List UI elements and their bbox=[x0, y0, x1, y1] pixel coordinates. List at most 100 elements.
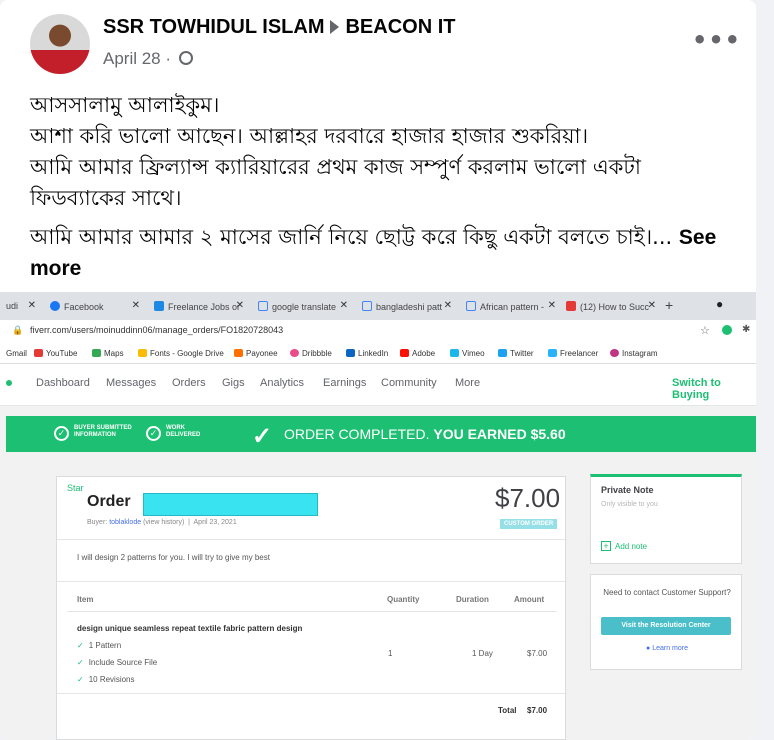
check-icon: ✓ bbox=[77, 658, 84, 667]
bookmark-item[interactable]: Instagram bbox=[610, 349, 658, 358]
buyer-link[interactable]: toblaklode bbox=[109, 519, 141, 526]
bookmark-item[interactable]: Adobe bbox=[400, 349, 435, 358]
google-icon bbox=[466, 301, 476, 311]
view-history-link[interactable]: (view history) bbox=[143, 519, 184, 526]
support-question: Need to contact Customer Support? bbox=[603, 588, 731, 597]
close-icon[interactable]: ✕ bbox=[340, 300, 348, 311]
nav-item-dashboard[interactable]: Dashboard bbox=[36, 377, 90, 389]
fiverr-nav: Dashboard Messages Orders Gigs Analytics… bbox=[0, 364, 756, 406]
post-line-text: আমি আমার আমার ২ মাসের জার্নি নিয়ে ছোট্ট… bbox=[30, 225, 673, 249]
bookmark-label: YouTube bbox=[46, 349, 78, 358]
close-icon[interactable]: ✕ bbox=[648, 300, 656, 311]
nav-item-community[interactable]: Community bbox=[381, 377, 437, 389]
twitter-icon bbox=[498, 349, 507, 357]
switch-to-buying-link[interactable]: Switch to Buying bbox=[672, 377, 756, 401]
linkedin-icon bbox=[346, 349, 355, 357]
browser-tab[interactable]: African pattern - ✕ bbox=[460, 296, 560, 318]
lock-icon: 🔒 bbox=[12, 325, 24, 335]
bookmark-label: Instagram bbox=[622, 349, 658, 358]
youtube-icon bbox=[34, 349, 43, 357]
star-icon[interactable]: ☆ bbox=[700, 324, 710, 337]
post-image-screenshot[interactable]: udi ✕ Facebook ✕ Freelance Jobs or ✕ google… bbox=[0, 292, 756, 740]
author-avatar[interactable] bbox=[30, 14, 90, 74]
check-circle-icon: ✓ bbox=[146, 426, 161, 441]
total-value: $7.00 bbox=[527, 706, 548, 715]
post-line: আশা করি ভালো আছেন। আল্লাহর দরবারে হাজার … bbox=[30, 124, 589, 148]
browser-tab[interactable]: google translate ✕ bbox=[252, 296, 352, 318]
bookmark-item[interactable]: YouTube bbox=[34, 349, 77, 358]
close-icon[interactable]: ✕ bbox=[548, 300, 556, 311]
nav-item-earnings[interactable]: Earnings bbox=[323, 377, 366, 389]
duration-value: 1 Day bbox=[472, 649, 493, 658]
banner-text: ORDER COMPLETED. YOU EARNED $5.60 bbox=[284, 426, 566, 442]
bookmark-item[interactable]: LinkedIn bbox=[346, 349, 388, 358]
total-label: Total bbox=[498, 706, 517, 715]
checkmark-icon: ✓ bbox=[252, 423, 273, 450]
bookmark-item[interactable]: Twitter bbox=[498, 349, 534, 358]
tab-label: udi bbox=[6, 301, 19, 311]
star-label[interactable]: Star bbox=[67, 483, 84, 493]
nav-item-analytics[interactable]: Analytics bbox=[260, 377, 304, 389]
post-text: আসসালামু আলাইকুম। আশা করি ভালো আছেন। আল্… bbox=[30, 90, 730, 284]
bookmark-label: Adobe bbox=[412, 349, 436, 358]
divider bbox=[67, 611, 557, 612]
support-panel: Need to contact Customer Support? Visit … bbox=[590, 574, 742, 670]
bookmark-label: Twitter bbox=[510, 349, 534, 358]
amount-value: $7.00 bbox=[527, 649, 548, 658]
browser-tab[interactable]: udi ✕ bbox=[0, 296, 40, 318]
bookmark-label: Fonts - Google Drive bbox=[150, 349, 224, 358]
bookmark-label: Dribbble bbox=[302, 349, 332, 358]
google-icon bbox=[258, 301, 268, 311]
post-header: SSR TOWHIDUL ISLAM BEACON IT bbox=[103, 16, 455, 39]
post-meta: April 28 · bbox=[103, 49, 193, 69]
tab-label: google translate bbox=[272, 302, 337, 312]
address-bar[interactable]: 🔒 fiverr.com/users/moinuddinn06/manage_o… bbox=[0, 320, 756, 344]
post-line: আসসালামু আলাইকুম। bbox=[30, 93, 220, 117]
feature-item: ✓ 1 Pattern bbox=[77, 641, 122, 650]
bookmark-item[interactable]: Dribbble bbox=[290, 349, 332, 358]
close-icon[interactable]: ✕ bbox=[444, 300, 452, 311]
google-icon bbox=[362, 301, 372, 311]
resolution-center-button[interactable]: Visit the Resolution Center bbox=[601, 617, 731, 635]
add-note-button[interactable]: + Add note bbox=[601, 541, 647, 551]
globe-icon bbox=[178, 51, 193, 65]
browser-tab-bar: udi ✕ Facebook ✕ Freelance Jobs or ✕ google… bbox=[0, 292, 756, 320]
payoneer-icon bbox=[234, 349, 243, 357]
check-circle-icon: ✓ bbox=[54, 426, 69, 441]
nav-item-gigs[interactable]: Gigs bbox=[222, 377, 245, 389]
bookmark-item[interactable]: Vimeo bbox=[450, 349, 485, 358]
browser-tab[interactable]: Facebook ✕ bbox=[44, 296, 144, 318]
step-label: WORK DELIVERED bbox=[166, 425, 201, 438]
close-icon[interactable]: ✕ bbox=[28, 300, 36, 311]
extension-icon[interactable] bbox=[722, 325, 732, 335]
browser-tab[interactable]: bangladeshi patt ✕ bbox=[356, 296, 456, 318]
record-icon[interactable]: ● bbox=[716, 297, 723, 311]
bookmark-item[interactable]: Freelancer bbox=[548, 349, 598, 358]
learn-more-link[interactable]: ● Learn more bbox=[591, 645, 743, 652]
nav-item-messages[interactable]: Messages bbox=[106, 377, 156, 389]
fiverr-logo-icon[interactable] bbox=[6, 380, 12, 386]
bookmark-item[interactable]: Maps bbox=[92, 349, 124, 358]
author-name[interactable]: SSR TOWHIDUL ISLAM bbox=[103, 16, 324, 38]
close-icon[interactable]: ✕ bbox=[236, 300, 244, 311]
puzzle-icon[interactable]: ✱ bbox=[742, 324, 750, 335]
close-icon[interactable]: ✕ bbox=[132, 300, 140, 311]
order-completed-banner: ✓ BUYER SUBMITTED INFORMATION ✓ WORK DELIV… bbox=[6, 416, 756, 452]
bookmark-item[interactable]: Fonts - Google Drive bbox=[138, 349, 224, 358]
private-note-title: Private Note bbox=[601, 485, 654, 495]
nav-item-orders[interactable]: Orders bbox=[172, 377, 206, 389]
private-note-subtitle: Only visible to you bbox=[601, 501, 658, 508]
bookmark-item[interactable]: Payonee bbox=[234, 349, 278, 358]
post-date[interactable]: April 28 · bbox=[103, 49, 171, 68]
nav-item-more[interactable]: More bbox=[455, 377, 480, 389]
browser-tab[interactable]: Freelance Jobs or ✕ bbox=[148, 296, 248, 318]
post-line: আমি আমার ফ্রিল্যান্স ক্যারিয়ারের প্রথম … bbox=[30, 155, 641, 210]
freelancer-icon bbox=[154, 301, 164, 311]
more-options-icon[interactable]: ••• bbox=[692, 26, 741, 54]
url-text[interactable]: fiverr.com/users/moinuddinn06/manage_ord… bbox=[30, 325, 283, 335]
bookmark-item[interactable]: Gmail bbox=[6, 349, 27, 358]
new-tab-icon[interactable]: + bbox=[665, 297, 673, 313]
quantity-value: 1 bbox=[388, 649, 393, 658]
browser-tab[interactable]: (12) How to Succ ✕ bbox=[560, 296, 660, 318]
group-name[interactable]: BEACON IT bbox=[345, 16, 455, 38]
